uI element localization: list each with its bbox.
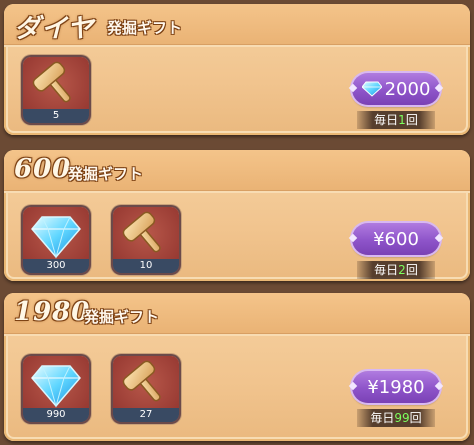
item-quantity: 27 bbox=[139, 409, 153, 420]
price-label: 2000 bbox=[384, 78, 431, 100]
price-label: ¥1980 bbox=[367, 376, 425, 398]
pack-subtitle: 発掘ギフト bbox=[68, 165, 144, 183]
item-quantity: 300 bbox=[46, 260, 66, 271]
gift-shop-screen: ダイヤ 発掘ギフト 5 2000 毎日1回 600 発掘ギフト 300 10 ¥… bbox=[0, 0, 474, 445]
diamond-icon bbox=[31, 216, 81, 259]
pack-1980-gift: 1980 発掘ギフト 990 27 ¥1980 毎日99回 bbox=[4, 293, 470, 441]
pack-header: 1980 発掘ギフト bbox=[4, 293, 470, 336]
hammer-icon bbox=[122, 360, 161, 402]
pack-subtitle: 発掘ギフト bbox=[107, 19, 183, 37]
item-quantity: 990 bbox=[46, 409, 66, 420]
pack-title: 1980 bbox=[14, 297, 91, 327]
reward-item-hammer[interactable]: 10 bbox=[113, 207, 179, 273]
pack-diamond-gift: ダイヤ 発掘ギフト 5 2000 毎日1回 bbox=[4, 4, 470, 135]
reward-item-hammer[interactable]: 5 bbox=[23, 57, 89, 123]
reward-item-diamond[interactable]: 300 bbox=[23, 207, 89, 273]
item-quantity: 10 bbox=[139, 260, 153, 271]
reward-item-hammer[interactable]: 27 bbox=[113, 356, 179, 422]
buy-button[interactable]: ¥600 bbox=[352, 223, 440, 255]
hammer-icon bbox=[122, 211, 161, 253]
purchase-limit: 毎日2回 bbox=[357, 261, 435, 279]
pack-header: 600 発掘ギフト bbox=[4, 150, 470, 193]
diamond-icon bbox=[361, 81, 382, 97]
buy-button[interactable]: 2000 bbox=[352, 73, 440, 105]
limit-count: 1 bbox=[398, 113, 406, 127]
diamond-icon bbox=[31, 365, 81, 408]
price-label: ¥600 bbox=[373, 228, 419, 250]
item-quantity: 5 bbox=[52, 110, 60, 121]
pack-title: 600 bbox=[14, 154, 72, 184]
pack-subtitle: 発掘ギフト bbox=[84, 308, 160, 326]
limit-count: 2 bbox=[398, 263, 406, 277]
pack-header: ダイヤ 発掘ギフト bbox=[4, 4, 470, 47]
limit-count: 99 bbox=[394, 411, 410, 425]
pack-title: ダイヤ bbox=[14, 14, 95, 44]
purchase-limit: 毎日1回 bbox=[357, 111, 435, 129]
pack-600-gift: 600 発掘ギフト 300 10 ¥600 毎日2回 bbox=[4, 150, 470, 281]
purchase-limit: 毎日99回 bbox=[357, 409, 435, 427]
hammer-icon bbox=[32, 61, 71, 103]
buy-button[interactable]: ¥1980 bbox=[352, 371, 440, 403]
reward-item-diamond[interactable]: 990 bbox=[23, 356, 89, 422]
